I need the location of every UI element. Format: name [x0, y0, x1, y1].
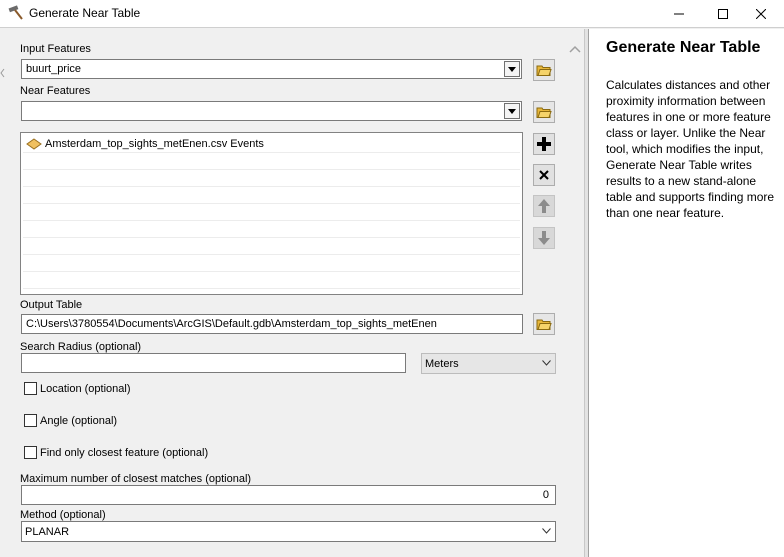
output-table-browse-button[interactable] — [533, 313, 555, 335]
list-item[interactable]: Amsterdam_top_sights_metEnen.csv Events — [23, 136, 520, 153]
closest-label: Find only closest feature (optional) — [40, 447, 209, 459]
list-item — [23, 221, 520, 238]
parameters-pane: Input Features buurt_price Near Features… — [0, 29, 584, 557]
near-features-combo[interactable] — [21, 101, 522, 121]
close-button[interactable] — [738, 0, 784, 28]
collapse-left-icon[interactable] — [0, 68, 5, 78]
output-table-input[interactable]: C:\Users\3780554\Documents\ArcGIS\Defaul… — [21, 314, 523, 334]
method-select[interactable]: PLANAR — [21, 521, 556, 542]
remove-icon — [539, 170, 549, 180]
chevron-down-icon — [542, 360, 551, 366]
list-item — [23, 187, 520, 204]
minimize-button[interactable] — [656, 0, 702, 28]
search-radius-unit-select[interactable]: Meters — [421, 353, 556, 374]
location-label: Location (optional) — [40, 383, 131, 395]
closest-checkbox[interactable] — [24, 446, 37, 459]
vertical-scrollbar[interactable] — [566, 29, 584, 557]
method-label: Method (optional) — [20, 509, 106, 521]
list-item — [23, 204, 520, 221]
open-folder-icon — [536, 319, 552, 330]
near-features-browse-button[interactable] — [533, 101, 555, 123]
input-features-browse-button[interactable] — [533, 59, 555, 81]
angle-checkbox[interactable] — [24, 414, 37, 427]
method-value: PLANAR — [25, 526, 70, 538]
move-down-button[interactable] — [533, 227, 555, 249]
move-up-icon — [538, 199, 550, 213]
output-table-value: C:\Users\3780554\Documents\ArcGIS\Defaul… — [26, 318, 437, 330]
list-item — [23, 255, 520, 272]
add-icon — [537, 137, 551, 151]
location-checkbox[interactable] — [24, 382, 37, 395]
hammer-icon — [7, 5, 25, 21]
input-features-combo[interactable]: buurt_price — [21, 59, 522, 79]
move-up-button[interactable] — [533, 195, 555, 217]
input-features-label: Input Features — [20, 43, 91, 55]
list-item — [23, 272, 520, 289]
search-radius-label: Search Radius (optional) — [20, 341, 142, 353]
angle-label: Angle (optional) — [40, 415, 118, 427]
remove-button[interactable] — [533, 164, 555, 186]
max-matches-value: 0 — [542, 489, 549, 501]
input-features-value: buurt_price — [26, 63, 82, 75]
window-title: Generate Near Table — [29, 6, 141, 20]
max-matches-input[interactable]: 0 — [21, 485, 556, 505]
list-item — [23, 153, 520, 170]
dropdown-arrow-icon[interactable] — [504, 61, 520, 77]
list-item — [23, 238, 520, 255]
search-radius-input[interactable] — [21, 353, 406, 373]
chevron-down-icon — [542, 528, 551, 534]
open-folder-icon — [536, 65, 552, 76]
help-pane: Generate Near Table Calculates distances… — [588, 29, 784, 557]
help-title: Generate Near Table — [606, 39, 761, 56]
list-item-label: Amsterdam_top_sights_metEnen.csv Events — [45, 138, 264, 150]
list-item — [23, 170, 520, 187]
open-folder-icon — [536, 107, 552, 118]
dropdown-arrow-icon[interactable] — [504, 103, 520, 119]
maximize-icon — [718, 9, 728, 19]
near-features-label: Near Features — [20, 85, 91, 97]
output-table-label: Output Table — [20, 299, 83, 311]
minimize-icon — [674, 13, 684, 15]
scroll-up-icon[interactable] — [569, 45, 581, 53]
move-down-icon — [538, 231, 550, 245]
point-layer-icon — [26, 138, 42, 153]
max-matches-label: Maximum number of closest matches (optio… — [20, 473, 252, 485]
add-button[interactable] — [533, 133, 555, 155]
help-description: Calculates distances and other proximity… — [606, 78, 775, 220]
title-bar: Generate Near Table — [0, 0, 784, 28]
search-radius-unit-value: Meters — [425, 358, 459, 370]
near-features-list[interactable]: Amsterdam_top_sights_metEnen.csv Events — [20, 132, 523, 295]
close-icon — [756, 9, 766, 19]
